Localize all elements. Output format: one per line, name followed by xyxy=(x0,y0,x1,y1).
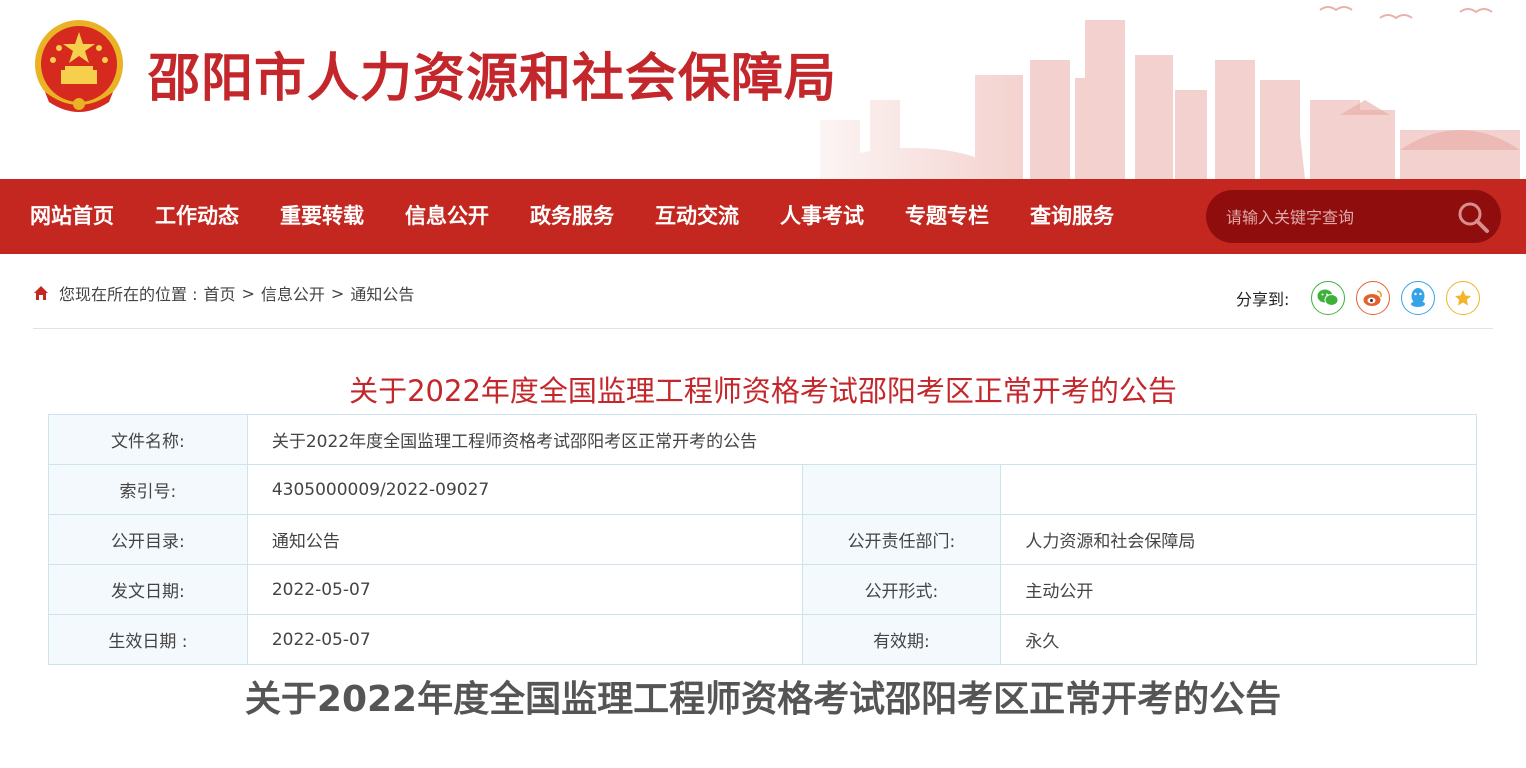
nav-item-info-disclosure[interactable]: 信息公开 xyxy=(405,179,489,254)
breadcrumb-home-link[interactable]: 首页 xyxy=(203,281,235,305)
qq-icon[interactable] xyxy=(1401,281,1436,315)
file-name-label: 文件名称: xyxy=(48,414,248,465)
site-header: 邵阳市人力资源和社会保障局 xyxy=(0,0,1526,179)
breadcrumb-info-link[interactable]: 信息公开 xyxy=(261,281,325,305)
nav-item-personnel-exam[interactable]: 人事考试 xyxy=(780,179,864,254)
search-icon[interactable] xyxy=(1454,198,1492,236)
document-meta-table: 文件名称: 关于2022年度全国监理工程师资格考试邵阳考区正常开考的公告 索引号… xyxy=(48,414,1478,665)
main-nav: 网站首页 工作动态 重要转载 信息公开 政务服务 互动交流 人事考试 专题专栏 … xyxy=(0,179,1526,254)
search-input[interactable] xyxy=(1226,201,1446,233)
wechat-icon[interactable] xyxy=(1311,281,1346,315)
catalog-value: 通知公告 xyxy=(246,514,803,565)
empty-label-cell xyxy=(801,464,1002,515)
table-row: 公开目录: 通知公告 公开责任部门: 人力资源和社会保障局 xyxy=(48,514,1477,565)
validity-label: 有效期: xyxy=(801,614,1002,665)
share-bar: 分享到: xyxy=(1236,281,1491,315)
validity-value: 永久 xyxy=(1000,614,1477,665)
favorite-icon[interactable] xyxy=(1446,281,1481,315)
dept-value: 人力资源和社会保障局 xyxy=(1000,514,1477,565)
nav-item-query-services[interactable]: 查询服务 xyxy=(1030,179,1114,254)
search-box xyxy=(1206,190,1501,243)
nav-item-home[interactable]: 网站首页 xyxy=(30,179,114,254)
index-value: 4305000009/2022-09027 xyxy=(246,464,803,515)
nav-item-work-news[interactable]: 工作动态 xyxy=(155,179,239,254)
breadcrumb-prefix: 您现在所在的位置 : xyxy=(59,285,198,304)
national-emblem-icon xyxy=(35,20,123,112)
share-label: 分享到: xyxy=(1236,290,1290,309)
city-skyline-icon xyxy=(760,0,1526,179)
table-row: 索引号: 4305000009/2022-09027 xyxy=(48,464,1477,515)
site-title: 邵阳市人力资源和社会保障局 xyxy=(148,49,838,109)
nav-item-special-topics[interactable]: 专题专栏 xyxy=(905,179,989,254)
index-label: 索引号: xyxy=(48,464,248,515)
dept-label: 公开责任部门: xyxy=(801,514,1002,565)
catalog-label: 公开目录: xyxy=(48,514,248,565)
article-title: 关于2022年度全国监理工程师资格考试邵阳考区正常开考的公告 xyxy=(349,374,1177,408)
nav-item-interaction[interactable]: 互动交流 xyxy=(655,179,739,254)
effective-date-label: 生效日期 : xyxy=(48,614,248,665)
form-label: 公开形式: xyxy=(801,564,1002,615)
article-body-title: 关于2022年度全国监理工程师资格考试邵阳考区正常开考的公告 xyxy=(244,679,1282,720)
breadcrumb-divider xyxy=(33,328,1493,329)
empty-value-cell xyxy=(1000,464,1477,515)
breadcrumb-notices-link[interactable]: 通知公告 xyxy=(350,281,414,305)
breadcrumb-separator: > xyxy=(241,283,255,303)
nav-item-reprints[interactable]: 重要转载 xyxy=(280,179,364,254)
issue-date-value: 2022-05-07 xyxy=(246,564,803,615)
breadcrumb-separator: > xyxy=(330,283,345,303)
effective-date-value: 2022-05-07 xyxy=(246,614,803,665)
table-row: 发文日期: 2022-05-07 公开形式: 主动公开 xyxy=(48,564,1477,615)
issue-date-label: 发文日期: xyxy=(48,564,248,615)
form-value: 主动公开 xyxy=(1000,564,1477,615)
home-icon xyxy=(34,286,48,300)
file-name-value: 关于2022年度全国监理工程师资格考试邵阳考区正常开考的公告 xyxy=(246,414,1478,465)
weibo-icon[interactable] xyxy=(1356,281,1391,315)
breadcrumb: 您现在所在的位置 : 首页 > 信息公开 > 通知公告 xyxy=(33,282,414,304)
table-row: 生效日期 : 2022-05-07 有效期: 永久 xyxy=(48,614,1477,665)
nav-item-gov-services[interactable]: 政务服务 xyxy=(530,179,614,254)
table-row: 文件名称: 关于2022年度全国监理工程师资格考试邵阳考区正常开考的公告 xyxy=(48,414,1478,465)
